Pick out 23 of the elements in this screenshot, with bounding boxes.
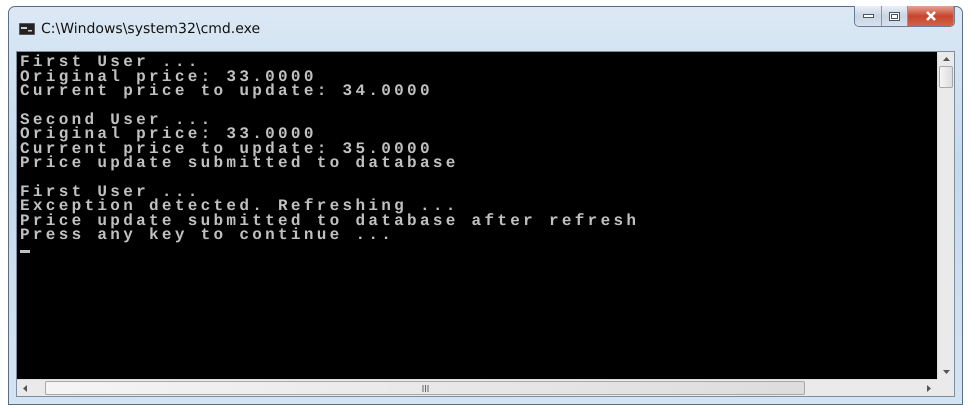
- console-line: Original price: 33.0000: [20, 70, 317, 84]
- close-icon: [924, 11, 936, 21]
- vertical-scrollbar[interactable]: [937, 52, 954, 379]
- console-line: Price update submitted to database after refresh: [20, 214, 640, 228]
- console-line: First User ...: [20, 184, 201, 199]
- console-app-icon: [19, 23, 35, 35]
- window-title: C:\Windows\system32\cmd.exe: [41, 21, 262, 37]
- close-button[interactable]: [908, 6, 954, 26]
- maximize-button[interactable]: [882, 6, 908, 26]
- horizontal-scrollbar[interactable]: [17, 379, 937, 396]
- console-line: First User ...: [20, 55, 201, 70]
- console-line: Price update submitted to database: [20, 156, 460, 170]
- console-line: Current price to update: 34.0000: [20, 84, 434, 98]
- scrollbar-thumb[interactable]: [45, 381, 805, 395]
- maximize-icon: [889, 12, 900, 20]
- console-line: Exception detected. Refreshing ...: [20, 199, 460, 214]
- minimize-icon: [862, 14, 874, 18]
- console-line: Second User ...: [20, 112, 215, 127]
- scrollbar-thumb[interactable]: [939, 66, 953, 88]
- minimize-button[interactable]: [855, 6, 882, 26]
- console-line: Current price to update: 35.0000: [20, 142, 433, 156]
- console-line: Original price: 33.0000: [20, 127, 317, 142]
- console-line: Press any key to continue ...: [20, 228, 396, 242]
